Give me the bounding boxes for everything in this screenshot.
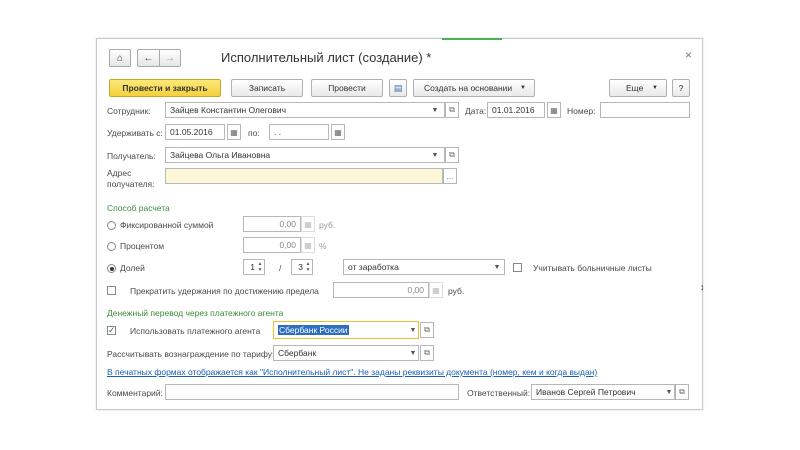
responsible-label: Ответственный: (467, 388, 531, 398)
arrow-right-icon: → (165, 52, 175, 64)
open-link-icon[interactable]: ⧉ (675, 384, 689, 400)
chevron-down-icon[interactable]: ▼ (407, 322, 419, 338)
use-agent-checkbox[interactable]: ✓ (107, 326, 116, 335)
use-agent-label: Использовать платежного агента (130, 326, 261, 336)
help-button[interactable]: ? (672, 79, 690, 97)
percent-label: Процентом (120, 241, 165, 251)
open-link-icon[interactable]: ⧉ (445, 147, 459, 163)
home-icon: ⌂ (116, 52, 124, 64)
sick-leave-checkbox[interactable] (513, 263, 522, 272)
close-icon[interactable]: × (685, 48, 692, 62)
stop-limit-checkbox[interactable] (107, 286, 116, 295)
share-separator: / (279, 263, 282, 273)
stop-limit-unit: руб. (448, 286, 465, 296)
print-form-link[interactable]: В печатных формах отображается как "Испо… (107, 367, 597, 377)
back-button[interactable]: ← (137, 49, 159, 67)
cursor-icon: ↕ (700, 282, 705, 292)
page-title: Исполнительный лист (создание) * (221, 50, 432, 65)
post-button[interactable]: Провести (311, 79, 383, 97)
chevron-down-icon: ▼ (520, 85, 526, 91)
chevron-down-icon[interactable]: ▼ (407, 345, 419, 361)
fixed-label: Фиксированной суммой (120, 220, 214, 230)
radio-share[interactable] (107, 264, 116, 273)
address-more-button[interactable]: ... (443, 168, 457, 184)
create-based-label: Создать на основании (424, 83, 513, 93)
more-label: Еще (626, 83, 644, 93)
number-field[interactable] (600, 102, 690, 118)
calculator-icon: ▦ (429, 282, 443, 298)
open-link-icon[interactable]: ⧉ (420, 322, 434, 338)
agent-section-title: Денежный перевод через платежного агента (107, 308, 284, 318)
tariff-select[interactable]: Сбербанк (273, 345, 419, 361)
more-button[interactable]: Еще ▼ (609, 79, 667, 97)
employee-label: Сотрудник: (107, 106, 151, 116)
tariff-label: Рассчитывать вознаграждение по тарифу: (107, 349, 275, 359)
sick-leave-label: Учитывать больничные листы (533, 263, 652, 273)
window-accent-line (442, 38, 502, 40)
calculator-icon: ▦ (301, 216, 315, 232)
withhold-to-label: по: (248, 128, 260, 138)
address-field[interactable] (165, 168, 443, 184)
recipient-field[interactable]: Зайцева Ольга Ивановна (165, 147, 445, 163)
percent-value: 0,00 (243, 237, 301, 253)
recipient-label: Получатель: (107, 151, 156, 161)
chevron-down-icon[interactable]: ▼ (429, 102, 441, 118)
calc-section-title: Способ расчета (107, 203, 170, 213)
open-link-icon[interactable]: ⧉ (420, 345, 434, 361)
stop-limit-label: Прекратить удержания по достижению преде… (130, 286, 319, 296)
share-base-select[interactable]: от заработка (343, 259, 505, 275)
calendar-icon[interactable]: ▦ (227, 124, 241, 140)
calculator-icon: ▦ (301, 237, 315, 253)
post-and-close-button[interactable]: Провести и закрыть (109, 79, 221, 97)
chevron-down-icon[interactable]: ▼ (663, 384, 675, 400)
comment-label: Комментарий: (107, 388, 163, 398)
document-list-icon: ▤ (393, 82, 403, 93)
date-field[interactable]: 01.01.2016 (487, 102, 545, 118)
comment-field[interactable] (165, 384, 459, 400)
forward-button[interactable]: → (159, 49, 181, 67)
fixed-unit: руб. (319, 220, 336, 230)
withhold-from-label: Удерживать с: (107, 128, 163, 138)
stop-limit-value: 0,00 (333, 282, 429, 298)
report-button[interactable]: ▤ (389, 79, 407, 97)
withhold-to-field[interactable]: . . (269, 124, 329, 140)
radio-fixed[interactable] (107, 221, 116, 230)
document-window: ⌂ ← → Исполнительный лист (создание) * ×… (96, 38, 703, 410)
arrow-left-icon: ← (143, 52, 154, 64)
withhold-from-field[interactable]: 01.05.2016 (165, 124, 225, 140)
home-button[interactable]: ⌂ (109, 49, 131, 67)
chevron-down-icon[interactable]: ▼ (429, 147, 441, 163)
number-label: Номер: (567, 106, 596, 116)
date-label: Дата: (465, 106, 487, 116)
spinner-icon[interactable]: ▲ ▼ (304, 259, 312, 275)
responsible-field[interactable]: Иванов Сергей Петрович (531, 384, 675, 400)
share-label: Долей (120, 263, 145, 273)
chevron-down-icon: ▼ (652, 85, 658, 91)
spinner-icon[interactable]: ▲ ▼ (256, 259, 264, 275)
agent-select-value: Сбербанк России (278, 325, 349, 335)
open-link-icon[interactable]: ⧉ (445, 102, 459, 118)
save-button[interactable]: Записать (231, 79, 303, 97)
agent-select[interactable]: Сбербанк России (273, 321, 419, 339)
chevron-down-icon[interactable]: ▼ (491, 259, 503, 275)
calendar-icon[interactable]: ▦ (331, 124, 345, 140)
radio-percent[interactable] (107, 242, 116, 251)
fixed-value: 0,00 (243, 216, 301, 232)
address-label-line2: получателя: (107, 179, 155, 189)
calendar-icon[interactable]: ▦ (547, 102, 561, 118)
create-based-on-button[interactable]: Создать на основании ▼ (413, 79, 535, 97)
employee-field[interactable]: Зайцев Константин Олегович (165, 102, 445, 118)
percent-unit: % (319, 241, 327, 251)
